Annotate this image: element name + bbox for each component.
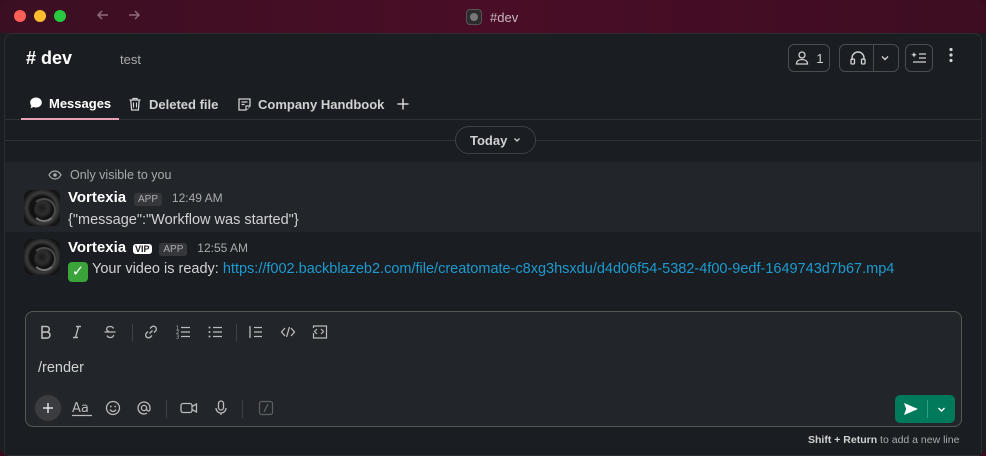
message-composer: 123 /render Aa	[25, 311, 962, 427]
eye-icon	[48, 170, 62, 180]
blockquote-icon[interactable]	[244, 320, 268, 344]
send-icon	[904, 403, 918, 415]
zoom-window-button[interactable]	[54, 10, 66, 22]
video-clip-icon[interactable]	[177, 396, 201, 420]
person-icon	[796, 51, 809, 65]
more-options-icon[interactable]	[949, 47, 953, 66]
toolbar-divider	[242, 400, 243, 418]
tab-deleted-file[interactable]: Deleted file	[127, 88, 218, 120]
channel-panel: # dev test 1 Messages Deleted file Compa…	[4, 33, 982, 456]
channel-name[interactable]: # dev	[26, 48, 72, 69]
close-window-button[interactable]	[14, 10, 26, 22]
send-options-button[interactable]	[928, 395, 955, 423]
message-timestamp[interactable]: 12:49 AM	[172, 191, 223, 205]
app-badge: APP	[159, 243, 188, 256]
window-title: #dev	[466, 8, 518, 26]
microphone-icon[interactable]	[209, 396, 233, 420]
minimize-window-button[interactable]	[34, 10, 46, 22]
title-bar: #dev	[0, 0, 986, 33]
italic-icon[interactable]	[65, 320, 89, 344]
message-text: ✓ Your video is ready: https://f002.backb…	[68, 261, 894, 282]
message-text: {"message":"Workflow was started"}	[68, 212, 299, 228]
toolbar-divider	[132, 324, 133, 342]
code-block-icon[interactable]	[308, 320, 332, 344]
sparkle-list-icon	[911, 52, 926, 63]
trash-icon	[129, 97, 141, 111]
message-prefix: Your video is ready:	[92, 261, 223, 277]
tab-label: Deleted file	[149, 96, 219, 112]
composer-actions: Aa	[26, 394, 961, 423]
tab-messages[interactable]: Messages	[21, 88, 120, 120]
bold-icon[interactable]	[34, 320, 58, 344]
avatar[interactable]	[24, 190, 60, 226]
canvas-button[interactable]	[905, 44, 933, 72]
toolbar-divider	[236, 324, 237, 342]
message-author[interactable]: Vortexia	[68, 239, 126, 256]
hint-keys: Shift + Return	[808, 434, 878, 446]
svg-text:3: 3	[176, 335, 179, 341]
video-link[interactable]: https://f002.backblazeb2.com/file/creato…	[223, 261, 894, 277]
attach-plus-icon[interactable]	[35, 395, 61, 421]
ephemeral-note-text: Only visible to you	[70, 168, 172, 182]
message-input[interactable]	[38, 360, 638, 376]
canvas-doc-icon	[238, 97, 251, 111]
svg-text:Aa: Aa	[72, 401, 89, 416]
chevron-down-icon[interactable]	[880, 53, 890, 63]
text-formatting-icon[interactable]: Aa	[68, 396, 96, 420]
date-divider-label: Today	[470, 132, 508, 148]
check-mark-emoji-icon: ✓	[68, 262, 88, 282]
headphones-icon	[849, 51, 866, 65]
channel-tabs: Messages Deleted file Company Handbook	[5, 88, 981, 120]
vip-badge: VIP	[132, 244, 152, 254]
message: Vortexia VIP APP 12:55 AM ✓ Your video is…	[5, 232, 981, 292]
mention-icon[interactable]	[132, 396, 156, 420]
bulleted-list-icon[interactable]	[203, 320, 227, 344]
huddle-button[interactable]	[839, 44, 899, 72]
channel-header: # dev test 1	[5, 34, 981, 84]
send-button[interactable]	[895, 395, 927, 423]
send-button-group	[895, 395, 955, 423]
formatting-toolbar: 123	[26, 320, 961, 344]
code-icon[interactable]	[276, 320, 300, 344]
link-icon[interactable]	[139, 320, 163, 344]
channel-topic[interactable]: test	[120, 52, 141, 67]
tab-label: Company Handbook	[258, 96, 385, 112]
app-window: #dev # dev test 1 Messages Deleted file …	[0, 0, 986, 456]
message-author[interactable]: Vortexia	[68, 189, 126, 206]
strikethrough-icon[interactable]	[98, 320, 122, 344]
chevron-down-icon	[514, 138, 521, 142]
composer-hint: Shift + Return to add a new line	[808, 434, 959, 446]
window-title-text: #dev	[490, 9, 519, 25]
date-divider-button[interactable]: Today	[455, 126, 537, 154]
message-bubble-icon	[30, 97, 42, 109]
message-ephemeral: Only visible to you Vortexia APP 12:49 A…	[5, 162, 981, 232]
hint-text: to add a new line	[877, 434, 960, 446]
tab-label: Messages	[49, 95, 112, 111]
toolbar-divider	[166, 400, 167, 418]
member-count: 1	[816, 50, 824, 66]
message-timestamp[interactable]: 12:55 AM	[197, 241, 248, 255]
tab-company-handbook[interactable]: Company Handbook	[237, 88, 384, 120]
message-header: Vortexia VIP APP 12:55 AM	[68, 239, 248, 256]
message-header: Vortexia APP 12:49 AM	[68, 189, 223, 206]
workspace-icon	[466, 9, 482, 25]
app-badge: APP	[133, 193, 162, 206]
members-button[interactable]: 1	[788, 44, 830, 72]
chevron-down-icon	[938, 407, 945, 412]
avatar[interactable]	[24, 239, 60, 275]
emoji-icon[interactable]	[101, 396, 125, 420]
numbered-list-icon[interactable]: 123	[171, 320, 195, 344]
plus-icon	[397, 98, 409, 110]
ephemeral-note: Only visible to you	[48, 168, 171, 182]
slash-command-icon[interactable]	[254, 396, 278, 420]
forward-arrow-icon[interactable]	[126, 7, 142, 28]
back-arrow-icon[interactable]	[95, 7, 111, 28]
add-tab-button[interactable]	[396, 88, 410, 120]
